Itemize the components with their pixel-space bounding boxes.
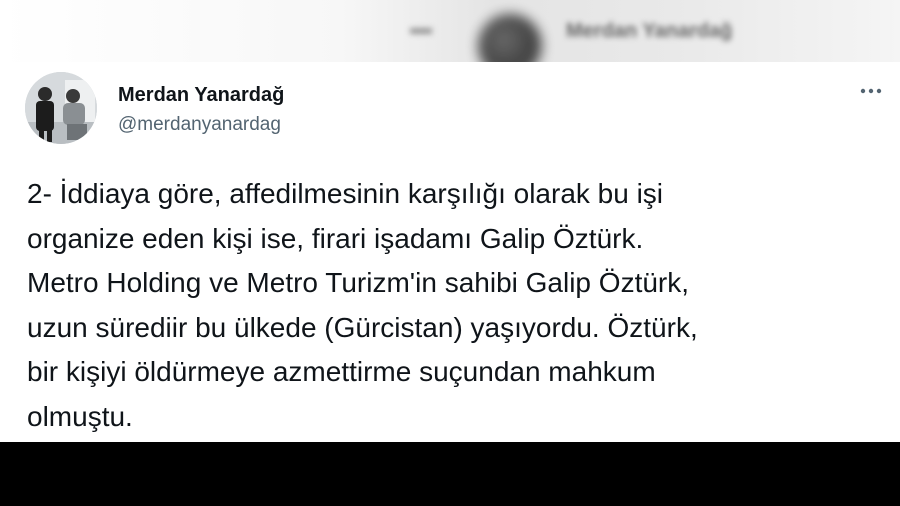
- tweet-text-line: Metro Holding ve Metro Turizm'in sahibi …: [27, 267, 690, 299]
- tweet-text-line: bir kişiyi öldürmeye azmettirme suçundan…: [27, 356, 656, 388]
- tweet-text-line: organize eden kişi ise, firari işadamı G…: [27, 222, 644, 254]
- blurred-author-name: Merdan Yanardağ: [566, 20, 733, 42]
- author-avatar[interactable]: [25, 72, 97, 144]
- tweet-card: Merdan Yanardağ @merdanyanardag 2- İddia…: [0, 62, 900, 442]
- blurred-background-header: Merdan Yanardağ: [0, 0, 900, 62]
- bottom-black-bar: [0, 442, 900, 506]
- blurred-avatar: [478, 14, 542, 62]
- tweet-text: 2- İddiaya göre, affedilmesinin karşılığ…: [27, 172, 887, 440]
- author-handle[interactable]: @merdanyanardag: [118, 114, 281, 136]
- more-options-button[interactable]: [856, 78, 886, 104]
- author-name[interactable]: Merdan Yanardağ: [118, 84, 284, 107]
- more-horizontal-icon: [860, 88, 882, 94]
- blurred-divider: [410, 28, 432, 34]
- tweet-text-line: 2- İddiaya göre, affedilmesinin karşılığ…: [27, 178, 664, 209]
- tweet-text-line: uzun sürediir bu ülkede (Gürcistan) yaşı…: [27, 311, 698, 343]
- tweet-text-line: olmuştu.: [27, 400, 133, 432]
- profile-photo-icon: [25, 72, 97, 144]
